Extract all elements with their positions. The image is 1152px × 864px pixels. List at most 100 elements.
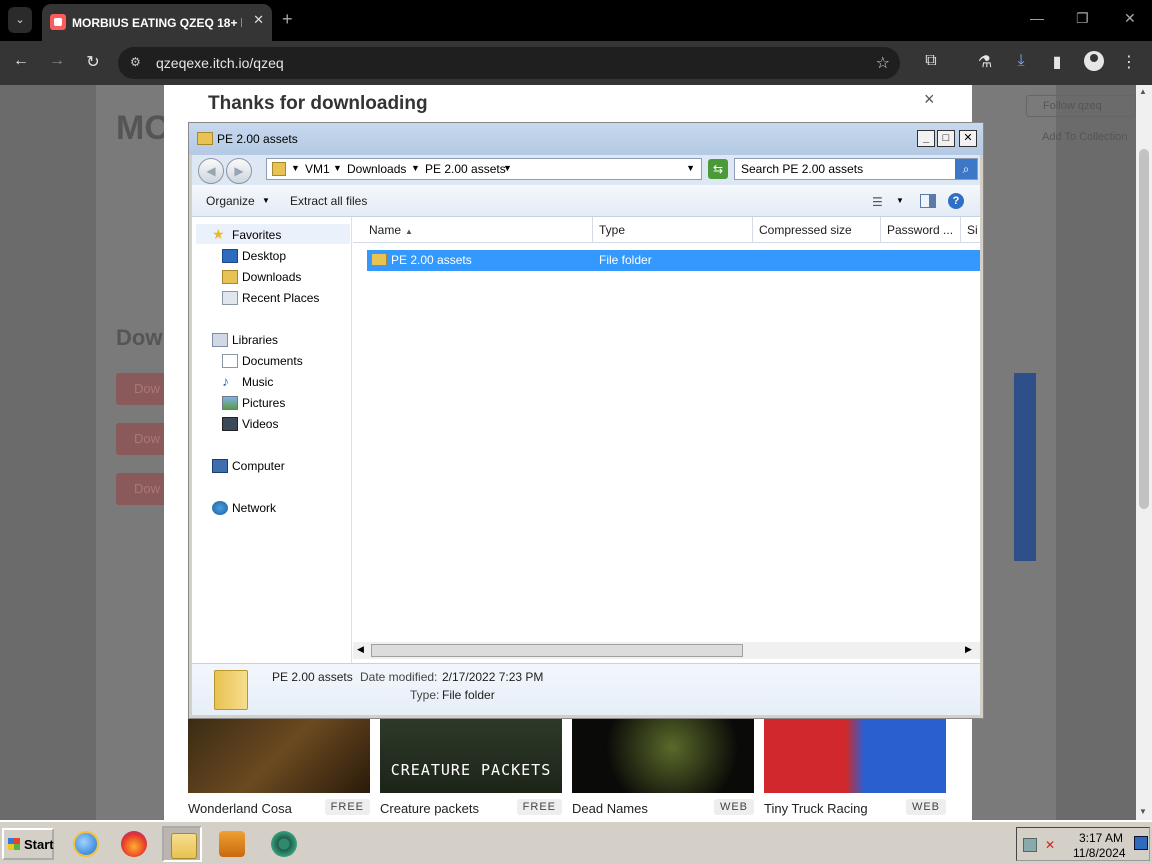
chevron-down-icon[interactable]: ▼ bbox=[503, 163, 512, 173]
site-info-icon[interactable]: ⚙ bbox=[130, 55, 141, 69]
new-tab-button[interactable]: + bbox=[282, 9, 293, 30]
scrollbar-thumb[interactable] bbox=[371, 644, 743, 657]
game-title[interactable]: Creature packets bbox=[380, 801, 479, 816]
game-card[interactable]: Tiny Truck Racing WEB bbox=[764, 717, 946, 816]
tab-search-button[interactable]: ⌄ bbox=[8, 7, 32, 33]
network-tray-icon[interactable] bbox=[1023, 838, 1037, 852]
download-icon[interactable]: ⤓ bbox=[1010, 52, 1032, 70]
explorer-close-button[interactable]: ✕ bbox=[959, 130, 977, 147]
column-compressed-size[interactable]: Compressed size bbox=[753, 217, 881, 242]
game-thumbnail[interactable] bbox=[572, 717, 754, 793]
menu-kebab-icon[interactable]: ⋮ bbox=[1118, 52, 1140, 72]
add-to-collection-button[interactable]: Add To Collection bbox=[1020, 127, 1136, 149]
column-size[interactable]: Si bbox=[961, 217, 980, 242]
preview-pane-icon[interactable] bbox=[920, 194, 936, 208]
scroll-right-icon[interactable]: ▶ bbox=[965, 644, 972, 655]
nav-item-downloads[interactable]: Downloads bbox=[242, 270, 301, 284]
organize-button[interactable]: Organize bbox=[206, 194, 255, 208]
details-type-label: Type: bbox=[410, 688, 440, 702]
help-icon[interactable]: ? bbox=[948, 193, 964, 209]
window-close-button[interactable]: ✕ bbox=[1124, 10, 1136, 27]
game-card[interactable]: Dead Names WEB bbox=[572, 717, 754, 816]
nav-item-music[interactable]: Music bbox=[242, 375, 273, 389]
breadcrumb-current[interactable]: PE 2.00 assets bbox=[425, 162, 506, 176]
nav-item-videos[interactable]: Videos bbox=[242, 417, 278, 431]
volume-muted-icon[interactable]: ✕ bbox=[1045, 838, 1059, 852]
column-type[interactable]: Type bbox=[593, 217, 753, 242]
chevron-down-icon[interactable]: ▼ bbox=[333, 163, 342, 173]
back-button[interactable]: ◀ bbox=[198, 158, 224, 184]
breadcrumb[interactable]: ▼ VM1 ▼ Downloads ▼ PE 2.00 assets ▼ ▼ bbox=[266, 158, 702, 180]
taskbar-internet-explorer[interactable] bbox=[66, 826, 106, 862]
table-row[interactable]: PE 2.00 assets File folder bbox=[367, 250, 980, 271]
nav-item-computer[interactable]: Computer bbox=[232, 459, 285, 473]
extensions-icon[interactable]: ⧉ bbox=[920, 52, 942, 70]
game-title[interactable]: Tiny Truck Racing bbox=[764, 801, 868, 816]
breadcrumb-vm1[interactable]: VM1 bbox=[305, 162, 330, 176]
music-icon: ♪ bbox=[222, 373, 229, 389]
back-arrow-icon[interactable]: ← bbox=[10, 52, 32, 70]
chevron-down-icon[interactable]: ▼ bbox=[262, 196, 270, 205]
horizontal-scrollbar[interactable]: ◀ ▶ bbox=[353, 642, 980, 659]
taskbar-media-player[interactable] bbox=[212, 826, 252, 862]
scroll-up-icon[interactable]: ▲ bbox=[1139, 87, 1147, 96]
show-desktop-icon[interactable] bbox=[1134, 836, 1148, 850]
column-password[interactable]: Password ... bbox=[881, 217, 961, 242]
scroll-down-icon[interactable]: ▼ bbox=[1139, 807, 1147, 816]
explorer-minimize-button[interactable]: _ bbox=[917, 130, 935, 147]
file-name[interactable]: PE 2.00 assets bbox=[391, 253, 472, 267]
nav-item-pictures[interactable]: Pictures bbox=[242, 396, 285, 410]
game-card[interactable]: Wonderland Cosa FREE bbox=[188, 717, 370, 816]
browser-tabstrip: ⌄ MORBIUS EATING QZEQ 18+ by ✕ + — ❐ ✕ bbox=[0, 0, 1152, 41]
nav-item-favorites[interactable]: Favorites bbox=[232, 228, 281, 242]
scrollbar-thumb[interactable] bbox=[1139, 149, 1149, 509]
taskbar-chrome[interactable] bbox=[264, 826, 304, 862]
nav-item-documents[interactable]: Documents bbox=[242, 354, 303, 368]
nav-item-desktop[interactable]: Desktop bbox=[242, 249, 286, 263]
labs-flask-icon[interactable]: ⚗ bbox=[974, 52, 996, 72]
tab-close-icon[interactable]: ✕ bbox=[253, 12, 264, 28]
game-thumbnail[interactable]: CREATURE PACKETS bbox=[380, 717, 562, 793]
window-minimize-button[interactable]: — bbox=[1030, 10, 1044, 26]
side-panel-icon[interactable]: ▮ bbox=[1046, 52, 1068, 72]
bookmark-star-icon[interactable]: ☆ bbox=[876, 53, 890, 73]
nav-item-libraries[interactable]: Libraries bbox=[232, 333, 278, 347]
reload-icon[interactable]: ↻ bbox=[82, 52, 104, 72]
forward-button[interactable]: ▶ bbox=[226, 158, 252, 184]
taskbar-explorer[interactable] bbox=[162, 826, 202, 862]
modal-close-icon[interactable]: × bbox=[924, 89, 935, 110]
game-thumbnail[interactable] bbox=[188, 717, 370, 793]
explorer-maximize-button[interactable]: □ bbox=[937, 130, 955, 147]
chevron-down-icon[interactable]: ▼ bbox=[411, 163, 420, 173]
address-bar[interactable]: ⚙ qzeqexe.itch.io/qzeq ☆ bbox=[118, 47, 900, 79]
nav-item-network[interactable]: Network bbox=[232, 501, 276, 515]
scroll-left-icon[interactable]: ◀ bbox=[357, 644, 364, 655]
address-dropdown-icon[interactable]: ▼ bbox=[686, 163, 695, 173]
clock-time[interactable]: 3:17 AM bbox=[1079, 831, 1123, 845]
browser-tab[interactable]: MORBIUS EATING QZEQ 18+ by ✕ bbox=[42, 4, 272, 41]
game-title[interactable]: Wonderland Cosa bbox=[188, 801, 292, 816]
extract-all-button[interactable]: Extract all files bbox=[290, 194, 367, 208]
search-input[interactable]: Search PE 2.00 assets ⌕ bbox=[734, 158, 978, 180]
follow-button[interactable]: Follow qzeq bbox=[1026, 95, 1136, 117]
game-card[interactable]: CREATURE PACKETS Creature packets FREE bbox=[380, 717, 562, 816]
view-options-icon[interactable]: ☰ bbox=[872, 195, 883, 209]
breadcrumb-downloads[interactable]: Downloads bbox=[347, 162, 406, 176]
search-icon[interactable]: ⌕ bbox=[955, 159, 977, 179]
column-name[interactable]: Name ▲ bbox=[353, 217, 593, 242]
page-scrollbar[interactable]: ▲ ▼ bbox=[1136, 85, 1152, 820]
start-button[interactable]: Start bbox=[2, 828, 54, 860]
game-thumbnail[interactable] bbox=[764, 717, 946, 793]
media-player-icon bbox=[219, 831, 245, 857]
nav-item-recent-places[interactable]: Recent Places bbox=[242, 291, 319, 305]
game-title[interactable]: Dead Names bbox=[572, 801, 648, 816]
explorer-titlebar[interactable]: PE 2.00 assets _ □ ✕ bbox=[189, 123, 983, 155]
refresh-icon[interactable]: ⇆ bbox=[708, 159, 728, 179]
forward-arrow-icon[interactable]: → bbox=[46, 52, 68, 70]
chevron-down-icon[interactable]: ▼ bbox=[896, 196, 904, 205]
clock-date[interactable]: 11/8/2024 bbox=[1073, 846, 1126, 860]
profile-avatar-icon[interactable] bbox=[1084, 51, 1104, 71]
chevron-down-icon[interactable]: ▼ bbox=[291, 163, 300, 173]
window-restore-button[interactable]: ❐ bbox=[1076, 10, 1089, 27]
taskbar-firefox[interactable] bbox=[114, 826, 154, 862]
